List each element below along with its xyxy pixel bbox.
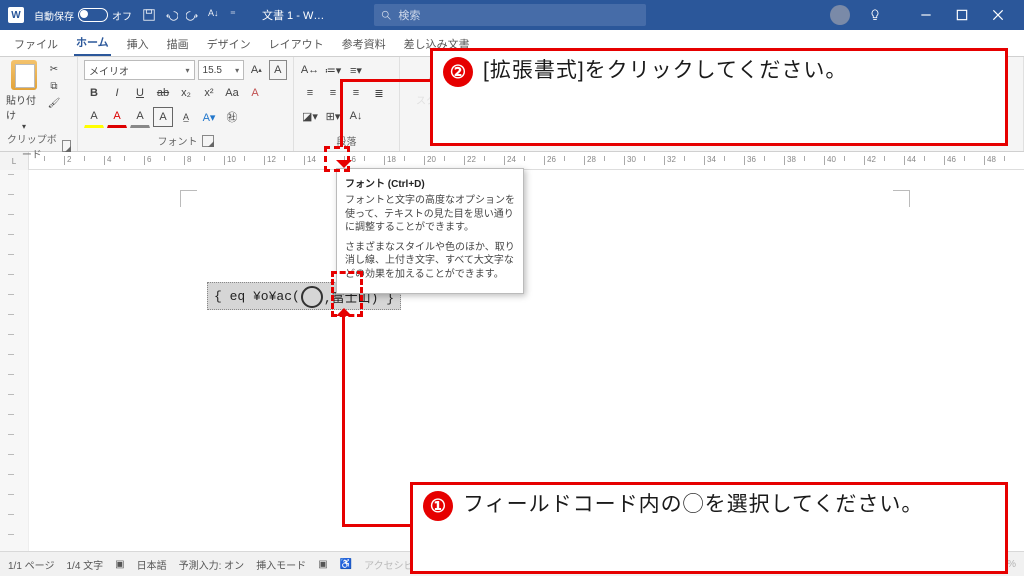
- qat-overflow-icon[interactable]: ⁼: [230, 8, 244, 22]
- tab-insert[interactable]: 挿入: [125, 32, 151, 56]
- close-button[interactable]: [980, 0, 1016, 30]
- highlight-button[interactable]: A: [84, 106, 104, 128]
- hint-icon[interactable]: [868, 8, 882, 22]
- callout-1-text: フィールドコード内の◯を選択してください。: [463, 491, 923, 519]
- tab-draw[interactable]: 描画: [165, 32, 191, 56]
- italic-button[interactable]: I: [107, 83, 127, 103]
- tab-layout[interactable]: レイアウト: [267, 32, 326, 56]
- superscript-button[interactable]: x²: [199, 83, 219, 103]
- tooltip-title: フォント (Ctrl+D): [345, 175, 515, 190]
- titlebar: W 自動保存 オフ A↓ ⁼ 文書 1 - W… 検索: [0, 0, 1024, 30]
- grow-font-icon[interactable]: A▴: [247, 60, 265, 80]
- phonetic-guide-button[interactable]: A̲: [176, 107, 196, 127]
- font-size-value: 15.5: [203, 65, 222, 76]
- document-title: 文書 1 - W…: [262, 7, 324, 23]
- account-avatar[interactable]: [830, 5, 850, 25]
- paste-label: 貼り付け: [6, 92, 42, 122]
- vertical-ruler: [0, 170, 29, 552]
- tab-design[interactable]: デザイン: [205, 32, 253, 56]
- search-icon: [380, 9, 392, 21]
- clear-format-button[interactable]: A: [245, 83, 265, 103]
- sort-button[interactable]: A↓: [346, 106, 366, 126]
- field-code-pre: { eq ¥o¥ac(: [214, 289, 300, 304]
- annotation-line: [342, 524, 412, 527]
- quick-access-toolbar: A↓ ⁼: [142, 8, 244, 22]
- group-clipboard: 貼り付け ▾ ✂ ⧉ 🖌 クリップボード: [0, 57, 78, 151]
- status-page[interactable]: 1/1 ページ: [8, 557, 54, 572]
- align-right-button[interactable]: ≡: [346, 83, 366, 103]
- status-predict[interactable]: 予測入力: オン: [179, 557, 245, 572]
- group-paragraph: A↔ ≔▾ ≡▾ ≡ ≡ ≡ ≣ ◪▾ ⊞▾ A↓ 段落: [294, 57, 400, 151]
- field-code-circle[interactable]: [301, 286, 323, 308]
- clipboard-dialog-launcher[interactable]: [62, 140, 71, 152]
- char-shading-button[interactable]: A: [130, 106, 150, 128]
- minimize-button[interactable]: [908, 0, 944, 30]
- maximize-button[interactable]: [944, 0, 980, 30]
- callout-1: ① フィールドコード内の◯を選択してください。: [410, 482, 1008, 574]
- strike-button[interactable]: ab: [153, 83, 173, 103]
- tooltip-line2: さまざまなスタイルや色のほか、取り消し線、上付き文字、すべて大文字などの効果を加…: [345, 241, 515, 282]
- status-mode[interactable]: 挿入モード: [256, 557, 306, 572]
- tab-home[interactable]: ホーム: [74, 30, 111, 56]
- autosave-state: オフ: [112, 8, 132, 23]
- enclose-char-icon[interactable]: A: [269, 60, 287, 80]
- change-case-button[interactable]: Aa: [222, 83, 242, 103]
- autosave-label: 自動保存: [34, 8, 74, 23]
- bold-button[interactable]: B: [84, 83, 104, 103]
- status-words[interactable]: 1/4 文字: [66, 557, 103, 572]
- font-name-combo[interactable]: メイリオ▾: [84, 60, 195, 80]
- callout-2-number: ②: [443, 57, 473, 87]
- search-box[interactable]: 検索: [374, 4, 646, 26]
- annotation-line: [343, 79, 430, 82]
- status-macro-icon[interactable]: ▣: [318, 559, 327, 570]
- font-color-button[interactable]: A: [107, 106, 127, 128]
- status-language[interactable]: 日本語: [137, 557, 167, 572]
- callout-2-text: [拡張書式]をクリックしてください。: [483, 57, 847, 85]
- underline-button[interactable]: U: [130, 83, 150, 103]
- font-dialog-launcher[interactable]: [202, 135, 214, 147]
- tab-file[interactable]: ファイル: [12, 32, 60, 56]
- annotation-arrow-up: [336, 300, 352, 316]
- autosave-toggle[interactable]: 自動保存 オフ: [34, 8, 132, 23]
- redo-icon[interactable]: [186, 8, 200, 22]
- group-label: フォント: [158, 133, 198, 148]
- justify-button[interactable]: ≣: [369, 83, 389, 103]
- callout-1-number: ①: [423, 491, 453, 521]
- char-border-button[interactable]: A: [153, 107, 173, 127]
- align-left-button[interactable]: ≡: [300, 83, 320, 103]
- copy-icon[interactable]: ⧉: [46, 79, 62, 93]
- enclose-button[interactable]: ㊓: [222, 107, 242, 127]
- status-spell-icon[interactable]: ▣: [115, 559, 124, 570]
- annotation-line: [342, 311, 345, 527]
- annotation-arrow-down: [336, 160, 352, 176]
- annotation-line: [340, 79, 343, 147]
- bullets-button[interactable]: ≔▾: [323, 60, 343, 80]
- paste-button[interactable]: 貼り付け ▾: [6, 60, 42, 131]
- status-acc-icon[interactable]: ♿: [340, 559, 352, 570]
- tab-references[interactable]: 参考資料: [340, 32, 388, 56]
- shading-button[interactable]: ◪▾: [300, 106, 320, 126]
- font-size-combo[interactable]: 15.5▾: [198, 60, 245, 80]
- subscript-button[interactable]: x₂: [176, 83, 196, 103]
- callout-2: ② [拡張書式]をクリックしてください。: [430, 48, 1008, 146]
- font-tooltip: フォント (Ctrl+D) フォントと文字の高度なオプションを使って、テキストの…: [336, 168, 524, 294]
- extended-format-button[interactable]: A↔: [300, 60, 320, 80]
- numbering-button[interactable]: ≡▾: [346, 60, 366, 80]
- cut-icon[interactable]: ✂: [46, 62, 62, 76]
- qat-more-icon[interactable]: A↓: [208, 8, 222, 22]
- undo-icon[interactable]: [164, 8, 178, 22]
- format-painter-icon[interactable]: 🖌: [46, 96, 62, 110]
- app-icon: W: [8, 7, 24, 23]
- group-font: メイリオ▾ 15.5▾ A▴ A B I U ab x₂ x² Aa A A A…: [78, 57, 294, 151]
- font-name-value: メイリオ: [89, 63, 129, 78]
- save-icon[interactable]: [142, 8, 156, 22]
- tooltip-line1: フォントと文字の高度なオプションを使って、テキストの見た目を思い通りに調整するこ…: [345, 194, 515, 235]
- search-placeholder: 検索: [398, 7, 420, 23]
- text-effects-button[interactable]: A▾: [199, 107, 219, 127]
